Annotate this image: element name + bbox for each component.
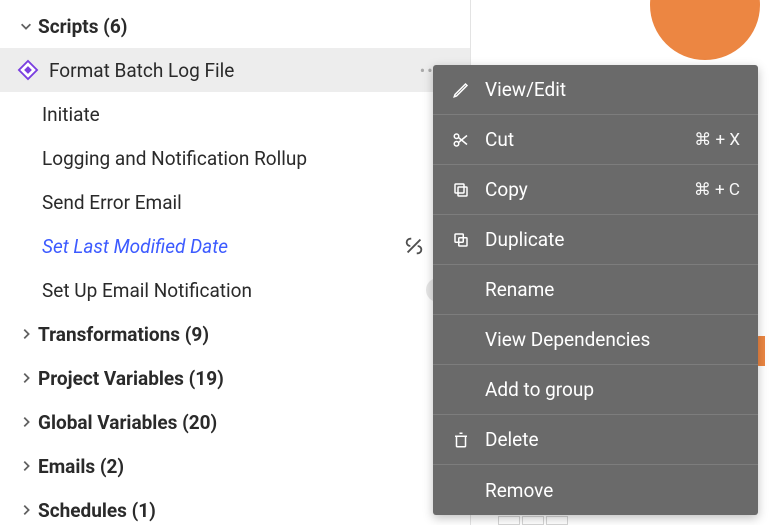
pencil-icon: [451, 80, 471, 100]
menu-label: View Dependencies: [485, 328, 740, 351]
chevron-down-icon: [18, 18, 34, 34]
tree-group-transformations[interactable]: Transformations (9): [0, 312, 470, 356]
menu-duplicate[interactable]: Duplicate: [433, 215, 758, 265]
menu-label: Copy: [485, 178, 680, 201]
menu-shortcut: ⌘ + X: [694, 130, 740, 150]
duplicate-icon: [451, 230, 471, 250]
menu-shortcut: ⌘ + C: [694, 180, 740, 200]
menu-label: Cut: [485, 128, 680, 151]
group-label: Emails (2): [38, 455, 470, 478]
menu-cut[interactable]: Cut ⌘ + X: [433, 115, 758, 165]
tree-item-set-last-modified[interactable]: Set Last Modified Date N: [0, 224, 470, 268]
group-label: Schedules (1): [38, 499, 470, 522]
group-label: Scripts (6): [38, 15, 470, 38]
broken-link-icon: [403, 235, 425, 257]
group-label: Project Variables (19): [38, 367, 470, 390]
item-label: Initiate: [42, 103, 470, 126]
chevron-right-icon: [18, 502, 34, 518]
tree-group-global-vars[interactable]: Global Variables (20): [0, 400, 470, 444]
tree-item-logging-rollup[interactable]: Logging and Notification Rollup: [0, 136, 470, 180]
scissors-icon: [451, 130, 471, 150]
menu-label: Rename: [485, 278, 740, 301]
menu-label: Add to group: [485, 378, 740, 401]
chevron-right-icon: [18, 458, 34, 474]
menu-label: View/Edit: [485, 78, 740, 101]
menu-remove[interactable]: Remove: [433, 465, 758, 515]
script-diamond-icon: [17, 59, 39, 81]
menu-view-edit[interactable]: View/Edit: [433, 65, 758, 115]
tree-group-schedules[interactable]: Schedules (1): [0, 488, 470, 525]
chevron-right-icon: [18, 370, 34, 386]
item-label: Format Batch Log File: [49, 59, 470, 82]
bg-cells-decor: [498, 516, 568, 525]
menu-delete[interactable]: Delete: [433, 415, 758, 465]
chevron-right-icon: [18, 414, 34, 430]
project-tree-sidebar: Scripts (6) Format Batch Log File ••• In…: [0, 0, 471, 525]
tree-item-format-batch-log[interactable]: Format Batch Log File •••: [0, 48, 470, 92]
menu-copy[interactable]: Copy ⌘ + C: [433, 165, 758, 215]
tree-item-send-error-email[interactable]: Send Error Email: [0, 180, 470, 224]
tree-group-project-vars[interactable]: Project Variables (19): [0, 356, 470, 400]
trash-icon: [451, 430, 471, 450]
group-label: Global Variables (20): [38, 411, 470, 434]
menu-rename[interactable]: Rename: [433, 265, 758, 315]
item-label: Set Up Email Notification: [42, 279, 470, 302]
tree-item-initiate[interactable]: Initiate: [0, 92, 470, 136]
menu-label: Remove: [485, 479, 740, 502]
chevron-right-icon: [18, 326, 34, 342]
menu-label: Duplicate: [485, 228, 740, 251]
context-menu: View/Edit Cut ⌘ + X Copy ⌘ + C Duplicate: [433, 65, 758, 515]
tree-group-scripts[interactable]: Scripts (6): [0, 4, 470, 48]
tree-item-setup-email-notif[interactable]: Set Up Email Notification 2: [0, 268, 470, 312]
tree-group-emails[interactable]: Emails (2): [0, 444, 470, 488]
group-label: Transformations (9): [38, 323, 470, 346]
menu-label: Delete: [485, 428, 740, 451]
item-label: Send Error Email: [42, 191, 470, 214]
menu-add-to-group[interactable]: Add to group: [433, 365, 758, 415]
menu-view-dependencies[interactable]: View Dependencies: [433, 315, 758, 365]
item-label: Logging and Notification Rollup: [42, 147, 470, 170]
copy-icon: [451, 180, 471, 200]
